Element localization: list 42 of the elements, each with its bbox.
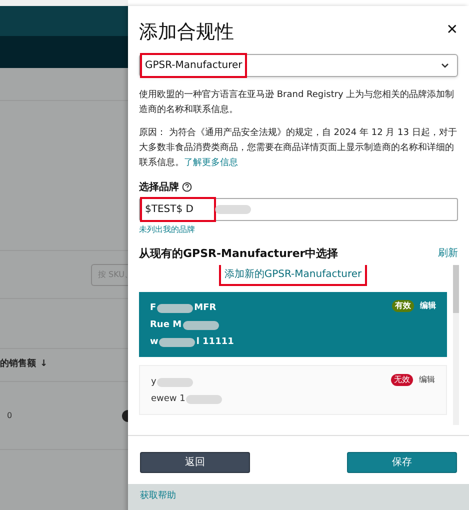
help-icon[interactable] — [182, 182, 192, 192]
entry-text: ewew 1 — [151, 392, 186, 406]
manufacturer-card[interactable]: y ewew 1 无效 编辑 — [139, 365, 447, 415]
intro-text: 使用欧盟的一种官方语言在亚马逊 Brand Registry 上为与您相关的品牌添加制造商的名称和联系信息。 — [139, 88, 456, 116]
entry-text: l 11111 — [196, 336, 234, 349]
scrollbar[interactable] — [453, 265, 459, 425]
panel-title: 添加合规性 — [139, 20, 234, 45]
close-button[interactable]: ✕ — [446, 20, 458, 41]
edit-link[interactable]: 编辑 — [419, 374, 435, 386]
entry-text: MFR — [194, 302, 216, 315]
redaction-block — [182, 321, 219, 330]
redaction-block — [186, 395, 222, 404]
entry-text: F — [150, 302, 156, 315]
column-header: 的销售额 — [0, 358, 36, 372]
brand-field[interactable]: $TEST$ D — [139, 198, 458, 220]
reason-text: 原因： 为符合《通用产品安全法规》的规定，自 2024 年 12 月 13 日起，对于大多数非食品消费类商品，您需要在商品详情页面上显示制造商的名称和详细的联系信息。了解更多信息 — [139, 126, 458, 170]
redaction-block — [214, 204, 250, 214]
refresh-link[interactable]: 刷新 — [438, 246, 458, 262]
table-cell: 0 — [7, 410, 12, 422]
list-heading: 从现有的GPSR-Manufacturer中选择 — [139, 246, 338, 262]
help-link[interactable]: 获取帮助 — [140, 490, 176, 504]
status-badge: 有效 — [392, 300, 414, 312]
learn-more-link[interactable]: 了解更多信息 — [184, 158, 238, 168]
status-badge: 无效 — [391, 374, 413, 386]
redaction-block — [159, 338, 196, 347]
entry-text: y — [151, 376, 156, 389]
sort-arrow[interactable]: ↓ — [40, 358, 48, 372]
type-select[interactable]: GPSR-Manufacturer — [139, 54, 458, 76]
back-button[interactable]: 返回 — [140, 452, 250, 473]
manufacturer-card[interactable]: F MFR Rue M w l 11111 有效 编辑 — [139, 292, 447, 357]
save-button[interactable]: 保存 — [347, 452, 457, 473]
edit-link[interactable]: 编辑 — [420, 300, 436, 312]
select-value: GPSR-Manufacturer — [142, 54, 246, 76]
brand-value: $TEST$ D — [142, 198, 214, 220]
chevron-down-icon — [441, 62, 449, 68]
entry-text: Rue M — [150, 318, 182, 332]
brand-missing-link[interactable]: 未列出我的品牌 — [139, 224, 458, 236]
add-new-link[interactable]: 添加新的GPSR-Manufacturer — [221, 265, 365, 284]
entry-text: w — [150, 336, 158, 349]
redaction-block — [157, 378, 194, 387]
redaction-block — [157, 304, 194, 313]
field-label: 选择品牌 — [139, 180, 179, 194]
